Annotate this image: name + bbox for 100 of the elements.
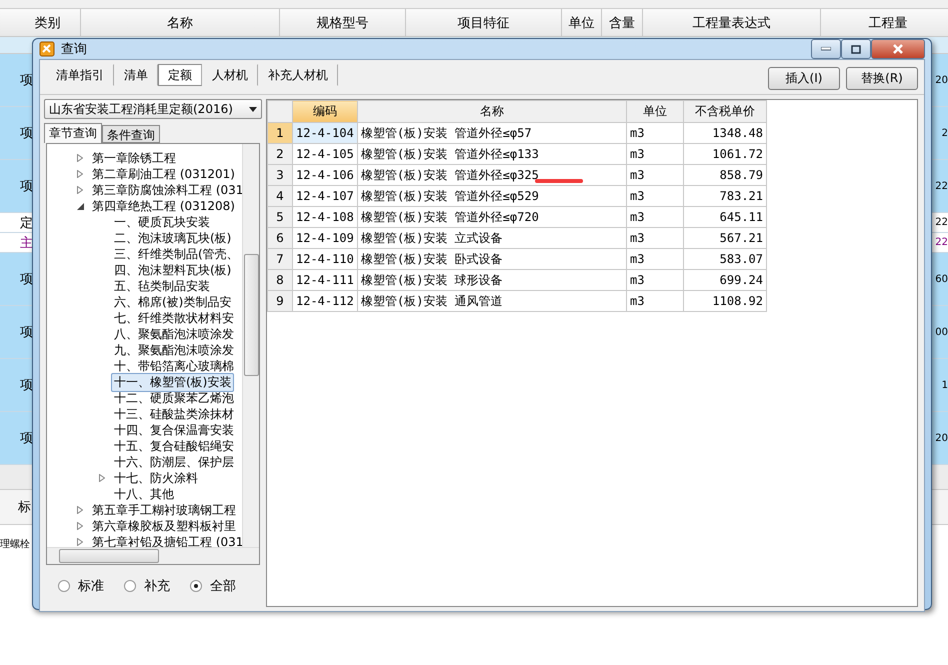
tree-item[interactable]: 十一、橡塑管(板)安装 bbox=[111, 372, 234, 392]
maximize-button[interactable] bbox=[841, 39, 871, 59]
tree-item[interactable]: 三、纤维类制品(管壳、 bbox=[111, 244, 242, 264]
table-cell: m3 bbox=[626, 122, 684, 144]
table-cell: 12-4-109 bbox=[292, 228, 358, 248]
tree-item[interactable]: 第二章刷油工程 (031201) bbox=[89, 164, 238, 184]
tree-item[interactable]: 一、硬质瓦块安装 bbox=[111, 212, 213, 232]
table-cell: 20 bbox=[935, 432, 948, 444]
tab[interactable]: 定额 bbox=[158, 64, 202, 86]
column-header[interactable]: 单位 bbox=[626, 100, 684, 122]
minimize-button[interactable] bbox=[811, 39, 841, 59]
table-cell: 783.21 bbox=[684, 186, 766, 206]
column-header: 工程量 bbox=[821, 9, 948, 36]
table-cell: m3 bbox=[626, 144, 684, 164]
table-cell: m3 bbox=[626, 186, 684, 206]
table-cell: 橡塑管(板)安装 卧式设备 bbox=[358, 248, 626, 270]
tree-item[interactable]: 四、泡沫塑料瓦块(板) bbox=[111, 260, 234, 280]
table-cell: m3 bbox=[626, 270, 684, 290]
table-cell: m3 bbox=[626, 206, 684, 228]
replace-button[interactable]: 替换(R) bbox=[846, 67, 918, 90]
row-number: 5 bbox=[268, 206, 292, 228]
tree-item[interactable]: 七、纤维类散状材料安 bbox=[111, 308, 237, 328]
radio-label: 标准 bbox=[78, 578, 104, 595]
close-button[interactable] bbox=[871, 39, 925, 59]
table-cell: 橡塑管(板)安装 管道外径≤φ57 bbox=[358, 122, 626, 144]
tree-item[interactable]: 十五、复合硅酸铝绳安 bbox=[111, 436, 237, 456]
scrollbar[interactable] bbox=[47, 547, 259, 564]
tab[interactable]: 标 bbox=[18, 498, 31, 516]
table-cell: 橡塑管(板)安装 管道外径≤φ720 bbox=[358, 206, 626, 228]
table-cell: 12-4-110 bbox=[292, 248, 358, 270]
tree-item[interactable]: 第三章防腐蚀涂料工程 (031 bbox=[89, 180, 242, 200]
expand-arrow-icon[interactable] bbox=[99, 474, 105, 482]
table-cell: 60 bbox=[935, 274, 948, 284]
column-header[interactable]: 名称 bbox=[358, 100, 626, 122]
table-cell: 橡塑管(板)安装 管道外径≤φ529 bbox=[358, 186, 626, 206]
dropdown-arrow-icon bbox=[249, 106, 257, 112]
collapse-arrow-icon[interactable] bbox=[77, 202, 84, 210]
expand-arrow-icon[interactable] bbox=[77, 170, 83, 178]
tree-item[interactable]: 二、泡沫玻璃瓦块(板) bbox=[111, 228, 234, 248]
radio-button[interactable] bbox=[124, 580, 136, 592]
tree-item[interactable]: 十七、防火涂料 bbox=[111, 468, 201, 488]
radio-button[interactable] bbox=[190, 580, 202, 592]
tree-item[interactable]: 第四章绝热工程 (031208) bbox=[89, 196, 238, 216]
column-header: 含量 bbox=[602, 9, 643, 36]
table-cell: 橡塑管(板)安装 立式设备 bbox=[358, 228, 626, 248]
insert-button[interactable]: 插入(I) bbox=[768, 67, 840, 90]
close-icon bbox=[892, 44, 904, 54]
radio-label: 全部 bbox=[210, 578, 236, 595]
tree-item[interactable]: 第五章手工糊衬玻璃钢工程 bbox=[89, 500, 239, 520]
table-cell: 00 bbox=[935, 326, 948, 338]
table-cell: 567.21 bbox=[684, 228, 766, 248]
column-header: 项目特征 bbox=[406, 9, 562, 36]
table-cell: 橡塑管(板)安装 管道外径≤φ325 bbox=[358, 164, 626, 186]
expand-arrow-icon[interactable] bbox=[77, 522, 83, 530]
table-cell: 橡塑管(板)安装 通风管道 bbox=[358, 290, 626, 312]
tab[interactable]: 补充人材机 bbox=[258, 64, 338, 86]
table-cell-text: 项 bbox=[20, 72, 33, 89]
expand-arrow-icon[interactable] bbox=[77, 154, 83, 162]
tab[interactable]: 章节查询 bbox=[44, 123, 102, 143]
table-cell-text: 项 bbox=[20, 324, 33, 341]
tab[interactable]: 清单指引 bbox=[46, 64, 114, 86]
tree-item[interactable]: 十六、防潮层、保护层 bbox=[111, 452, 237, 472]
column-header[interactable]: 编码 bbox=[292, 100, 358, 122]
tree-item[interactable]: 十二、硬质聚苯乙烯泡 bbox=[111, 388, 237, 408]
table-cell: 12-4-111 bbox=[292, 270, 358, 290]
table-cell: 12-4-106 bbox=[292, 164, 358, 186]
table-cell: 橡塑管(板)安装 球形设备 bbox=[358, 270, 626, 290]
table-cell: 12-4-105 bbox=[292, 144, 358, 164]
column-header: 规格型号 bbox=[280, 9, 406, 36]
tab[interactable]: 人材机 bbox=[202, 64, 258, 86]
expand-arrow-icon[interactable] bbox=[77, 506, 83, 514]
row-number: 3 bbox=[268, 164, 292, 186]
expand-arrow-icon[interactable] bbox=[77, 538, 83, 546]
minimize-icon bbox=[821, 47, 831, 51]
table-cell-text: 项 bbox=[20, 271, 33, 288]
column-header[interactable]: 不含税单价 bbox=[684, 100, 766, 122]
expand-arrow-icon[interactable] bbox=[77, 186, 83, 194]
tree-item[interactable]: 第一章除锈工程 bbox=[89, 148, 179, 168]
tree-item[interactable]: 九、聚氨酯泡沫喷涂发 bbox=[111, 340, 237, 360]
tree-item[interactable]: 五、毡类制品安装 bbox=[111, 276, 213, 296]
scrollbar[interactable] bbox=[242, 144, 259, 547]
tree-item[interactable]: 十、带铅箔离心玻璃棉 bbox=[111, 356, 237, 376]
table-cell: 1348.48 bbox=[684, 122, 766, 144]
tree-item[interactable]: 十三、硅酸盐类涂抹材 bbox=[111, 404, 237, 424]
app-icon bbox=[39, 41, 55, 57]
row-number: 7 bbox=[268, 248, 292, 270]
tree-item[interactable]: 第七章衬铅及搪铅工程 (031 bbox=[89, 532, 242, 547]
tree-item[interactable]: 十八、其他 bbox=[111, 484, 177, 504]
column-header: 名称 bbox=[81, 9, 280, 36]
table-cell: 645.11 bbox=[684, 206, 766, 228]
tab[interactable]: 条件查询 bbox=[102, 125, 160, 143]
radio-button[interactable] bbox=[58, 580, 70, 592]
table-cell: 699.24 bbox=[684, 270, 766, 290]
radio-label: 补充 bbox=[144, 578, 170, 595]
tree-item[interactable]: 第六章橡胶板及塑料板衬里 bbox=[89, 516, 239, 536]
tree-item[interactable]: 十四、复合保温膏安装 bbox=[111, 420, 237, 440]
tree-item[interactable]: 六、棉席(被)类制品安 bbox=[111, 292, 234, 312]
tree-item[interactable]: 八、聚氨酯泡沫喷涂发 bbox=[111, 324, 237, 344]
table-cell-text: 项 bbox=[20, 125, 33, 142]
library-dropdown[interactable]: 山东省安装工程消耗里定额(2016) bbox=[44, 99, 262, 119]
